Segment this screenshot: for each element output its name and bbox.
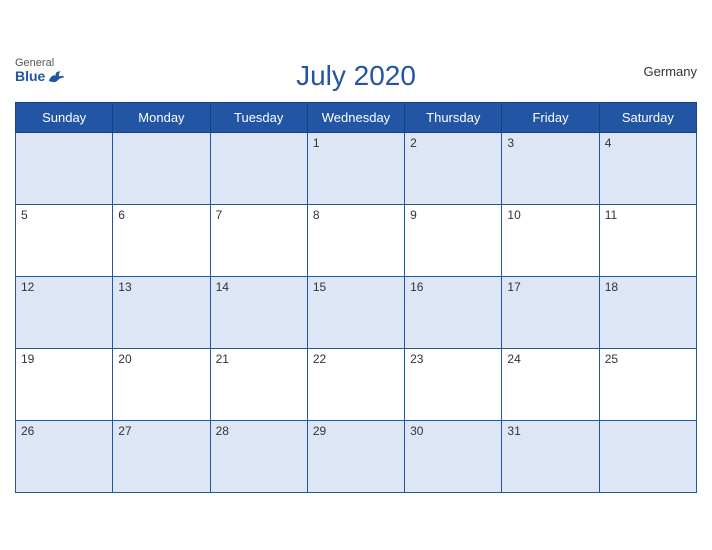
- day-11: 11: [599, 205, 696, 277]
- day-5: 5: [16, 205, 113, 277]
- logo-bird-icon: [47, 70, 65, 84]
- header-monday: Monday: [113, 103, 210, 133]
- day-20: 20: [113, 349, 210, 421]
- day-number-5: 5: [21, 208, 28, 222]
- day-number-15: 15: [313, 280, 326, 294]
- day-number-21: 21: [216, 352, 229, 366]
- week-row-1: 1 2 3 4: [16, 133, 697, 205]
- day-number-23: 23: [410, 352, 423, 366]
- day-12: 12: [16, 277, 113, 349]
- header-friday: Friday: [502, 103, 599, 133]
- day-number-25: 25: [605, 352, 618, 366]
- day-number-24: 24: [507, 352, 520, 366]
- day-22: 22: [307, 349, 404, 421]
- day-4: 4: [599, 133, 696, 205]
- logo-blue-text: Blue: [15, 69, 65, 84]
- empty-day: [113, 133, 210, 205]
- day-14: 14: [210, 277, 307, 349]
- day-1: 1: [307, 133, 404, 205]
- day-17: 17: [502, 277, 599, 349]
- day-9: 9: [405, 205, 502, 277]
- day-number-31: 31: [507, 424, 520, 438]
- logo: General Blue: [15, 57, 65, 84]
- day-number-20: 20: [118, 352, 131, 366]
- day-number-11: 11: [605, 208, 617, 222]
- week-row-5: 26 27 28 29 30 31: [16, 421, 697, 493]
- day-29: 29: [307, 421, 404, 493]
- day-8: 8: [307, 205, 404, 277]
- header-wednesday: Wednesday: [307, 103, 404, 133]
- day-number-9: 9: [410, 208, 417, 222]
- header-sunday: Sunday: [16, 103, 113, 133]
- day-number-17: 17: [507, 280, 520, 294]
- day-3: 3: [502, 133, 599, 205]
- empty-day: [210, 133, 307, 205]
- day-number-29: 29: [313, 424, 326, 438]
- header-thursday: Thursday: [405, 103, 502, 133]
- day-13: 13: [113, 277, 210, 349]
- header-tuesday: Tuesday: [210, 103, 307, 133]
- day-7: 7: [210, 205, 307, 277]
- day-10: 10: [502, 205, 599, 277]
- calendar-body: 1234567891011121314151617181920212223242…: [16, 133, 697, 493]
- empty-day: [599, 421, 696, 493]
- header-saturday: Saturday: [599, 103, 696, 133]
- day-31: 31: [502, 421, 599, 493]
- day-21: 21: [210, 349, 307, 421]
- day-27: 27: [113, 421, 210, 493]
- day-number-3: 3: [507, 136, 514, 150]
- calendar-title: July 2020: [296, 60, 416, 92]
- day-number-12: 12: [21, 280, 34, 294]
- day-number-28: 28: [216, 424, 229, 438]
- day-number-2: 2: [410, 136, 417, 150]
- day-16: 16: [405, 277, 502, 349]
- day-number-6: 6: [118, 208, 125, 222]
- day-number-30: 30: [410, 424, 423, 438]
- day-2: 2: [405, 133, 502, 205]
- day-number-22: 22: [313, 352, 326, 366]
- day-30: 30: [405, 421, 502, 493]
- day-number-13: 13: [118, 280, 131, 294]
- day-28: 28: [210, 421, 307, 493]
- day-number-19: 19: [21, 352, 34, 366]
- weekday-header-row: Sunday Monday Tuesday Wednesday Thursday…: [16, 103, 697, 133]
- day-19: 19: [16, 349, 113, 421]
- day-number-26: 26: [21, 424, 34, 438]
- country-label: Germany: [644, 64, 697, 79]
- empty-day: [16, 133, 113, 205]
- day-25: 25: [599, 349, 696, 421]
- day-number-1: 1: [313, 136, 320, 150]
- day-number-14: 14: [216, 280, 229, 294]
- day-15: 15: [307, 277, 404, 349]
- day-26: 26: [16, 421, 113, 493]
- calendar: General Blue July 2020 Germany Sunday Mo…: [0, 42, 712, 508]
- week-row-3: 12 13 14 15 16 17 18: [16, 277, 697, 349]
- calendar-table: Sunday Monday Tuesday Wednesday Thursday…: [15, 102, 697, 493]
- week-row-2: 5 6 7 8 9 10 11: [16, 205, 697, 277]
- day-18: 18: [599, 277, 696, 349]
- day-number-16: 16: [410, 280, 423, 294]
- day-23: 23: [405, 349, 502, 421]
- day-6: 6: [113, 205, 210, 277]
- day-number-4: 4: [605, 136, 612, 150]
- day-number-18: 18: [605, 280, 618, 294]
- week-row-4: 19 20 21 22 23 24 25: [16, 349, 697, 421]
- day-number-8: 8: [313, 208, 320, 222]
- day-24: 24: [502, 349, 599, 421]
- day-number-27: 27: [118, 424, 131, 438]
- day-number-7: 7: [216, 208, 223, 222]
- day-number-10: 10: [507, 208, 520, 222]
- calendar-header: General Blue July 2020 Germany: [15, 52, 697, 98]
